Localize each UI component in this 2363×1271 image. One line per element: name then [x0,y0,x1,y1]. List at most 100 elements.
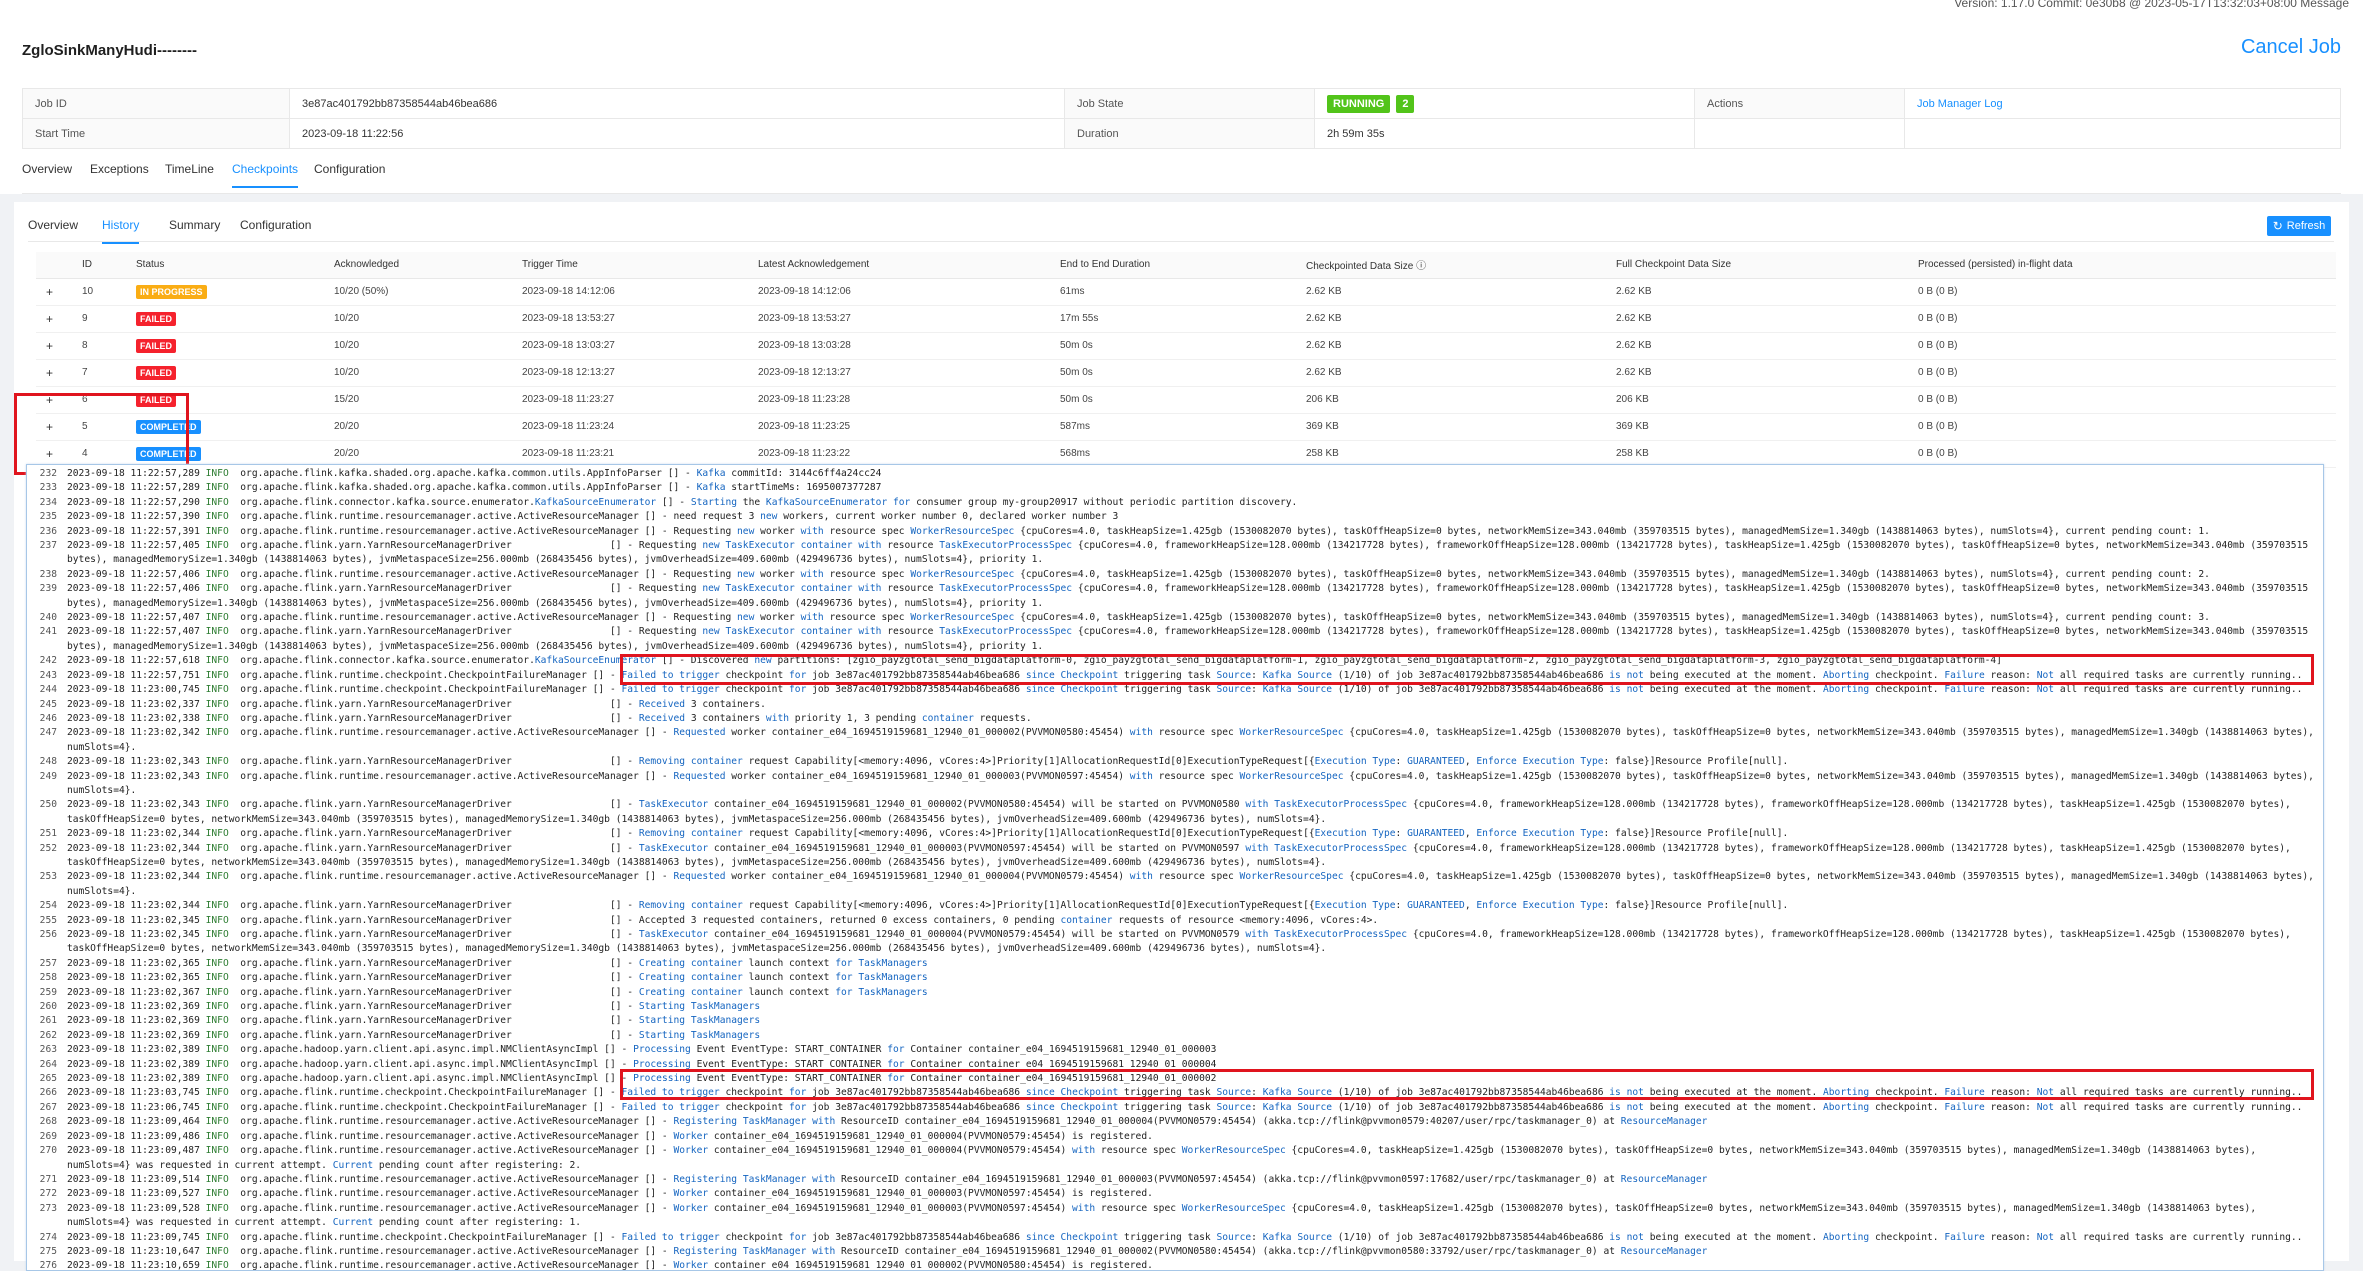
table-header-row: ID Status Acknowledged Trigger Time Late… [36,252,2336,279]
table-row[interactable]: +8 FAILED 10/20 2023-09-18 13:03:27 2023-09-… [36,332,2336,360]
log-line: numSlots=4} was requested in current att… [27,1216,2323,1230]
log-line-text: 2023-09-18 11:23:02,344 INFO org.apache.… [67,828,1789,840]
log-line-number: 252 [39,842,57,854]
log-line-number: 245 [39,698,57,710]
job-id-label: Job ID [22,88,290,119]
log-line-text: bytes), managedMemorySize=1.340gb (14388… [67,554,1044,566]
log-line: 240 2023-09-18 11:22:57,407 INFO org.apac… [27,611,2323,625]
log-line: 253 2023-09-18 11:23:02,344 INFO org.apac… [27,870,2323,884]
tab-timeline[interactable]: TimeLine [165,162,214,186]
log-line-text: 2023-09-18 11:23:06,745 INFO org.apache.… [67,1101,2303,1113]
table-row[interactable]: +5 COMPLETED 20/20 2023-09-18 11:23:24 2023-… [36,413,2336,441]
expand-cell: + [36,440,72,468]
job-manager-log-panel: 232 2023-09-18 11:22:57,289 INFO org.apac… [26,464,2324,1271]
cancel-job-button[interactable]: Cancel Job [2241,36,2341,59]
log-line: 266 2023-09-18 11:23:03,745 INFO org.apac… [27,1086,2323,1100]
log-line-text: taskOffHeapSize=0 bytes, networkMemSize=… [67,813,1327,825]
log-line-text: 2023-09-18 11:23:02,367 INFO org.apache.… [67,986,928,998]
subtab-configuration[interactable]: Configuration [240,218,311,242]
log-line-text: 2023-09-18 11:23:02,338 INFO org.apache.… [67,712,1032,724]
duration-label: Duration [1064,118,1315,149]
log-line-number [27,856,67,870]
log-line-text: numSlots=4} was requested in current att… [67,1217,582,1229]
log-line-text: 2023-09-18 11:23:02,369 INFO org.apache.… [67,1001,761,1013]
log-line: 268 2023-09-18 11:23:09,464 INFO org.apac… [27,1115,2323,1129]
subtab-summary[interactable]: Summary [169,218,220,242]
log-line-number: 272 [39,1188,57,1200]
log-line-number: 241 [39,626,57,638]
tab-configuration[interactable]: Configuration [314,162,385,186]
log-line-text: 2023-09-18 11:23:02,343 INFO org.apache.… [67,799,2291,811]
cell-latest-ack: 2023-09-18 11:23:22 [748,440,1050,468]
table-row[interactable]: +4 COMPLETED 20/20 2023-09-18 11:23:21 2023-… [36,440,2336,468]
cell-checkpointed-size: 369 KB [1296,413,1606,441]
expand-cell: + [36,278,72,306]
job-state-label: Job State [1064,88,1315,119]
log-line-number [27,741,67,755]
job-state-count-badge: 2 [1396,94,1415,113]
table-row[interactable]: +6 FAILED 15/20 2023-09-18 11:23:27 2023-09-… [36,386,2336,414]
log-line: 249 2023-09-18 11:23:02,343 INFO org.apac… [27,770,2323,784]
start-time-label: Start Time [22,118,290,149]
info-icon[interactable]: ⓘ [1416,261,1426,272]
cell-checkpointed-size: 2.62 KB [1296,332,1606,360]
expand-row-icon[interactable]: + [46,447,53,461]
top-strip: Version: 1.17.0 Commit: 0e30b8 @ 2023-05… [0,0,2363,10]
cell-id: 9 [72,305,126,333]
log-line-text: 2023-09-18 11:23:02,344 INFO org.apache.… [67,900,1789,912]
log-line: 270 2023-09-18 11:23:09,487 INFO org.apac… [27,1144,2323,1158]
status-badge: FAILED [136,338,177,353]
cell-id: 10 [72,278,126,306]
cell-status: FAILED [126,332,324,360]
start-time-value: 2023-09-18 11:22:56 [289,118,1065,149]
status-badge: IN PROGRESS [136,284,207,299]
cell-latest-ack: 2023-09-18 11:23:25 [748,413,1050,441]
log-line-text: 2023-09-18 11:22:57,751 INFO org.apache.… [67,669,2303,681]
log-line-number: 265 [39,1073,57,1085]
log-line-text: 2023-09-18 11:23:00,745 INFO org.apache.… [67,684,2303,696]
expand-row-icon[interactable]: + [46,312,53,326]
expand-row-icon[interactable]: + [46,420,53,434]
log-line-number: 242 [39,655,57,667]
table-row[interactable]: +7 FAILED 10/20 2023-09-18 12:13:27 2023-09-… [36,359,2336,387]
job-name: ZgloSinkManyHudi-------- [22,42,197,59]
log-line-text: 2023-09-18 11:23:03,745 INFO org.apache.… [67,1087,2303,1099]
col-e2e-duration: End to End Duration [1050,252,1296,279]
log-line-number: 239 [39,583,57,595]
log-line: 243 2023-09-18 11:22:57,751 INFO org.apac… [27,669,2323,683]
expand-cell: + [36,413,72,441]
log-line-text: 2023-09-18 11:23:02,345 INFO org.apache.… [67,929,2291,940]
table-row[interactable]: +9 FAILED 10/20 2023-09-18 13:53:27 2023-09-… [36,305,2336,333]
subtab-overview[interactable]: Overview [28,218,78,242]
subtab-history[interactable]: History [102,218,140,244]
cell-processed: 0 B (0 B) [1908,440,2336,468]
log-line: 244 2023-09-18 11:23:00,745 INFO org.apac… [27,683,2323,697]
log-line-number [27,784,67,798]
tab-overview[interactable]: Overview [22,162,72,186]
log-line: taskOffHeapSize=0 bytes, networkMemSize=… [27,942,2323,956]
cell-full-size: 2.62 KB [1606,332,1908,360]
status-badge: FAILED [136,365,177,380]
job-manager-log-link[interactable]: Job Manager Log [1917,98,2003,110]
cell-checkpointed-size: 258 KB [1296,440,1606,468]
log-line-text: 2023-09-18 11:22:57,405 INFO org.apache.… [67,540,2309,552]
col-processed: Processed (persisted) in-flight data [1908,252,2336,279]
cell-checkpointed-size: 2.62 KB [1296,305,1606,333]
log-line: 234 2023-09-18 11:22:57,290 INFO org.apac… [27,496,2323,510]
cell-full-size: 2.62 KB [1606,359,1908,387]
log-line-text: 2023-09-18 11:22:57,290 INFO org.apache.… [67,496,1298,508]
expand-row-icon[interactable]: + [46,285,53,299]
refresh-button[interactable]: ↻ Refresh [2267,216,2331,236]
log-line-number [27,1159,67,1173]
log-line: bytes), managedMemorySize=1.340gb (14388… [27,640,2323,654]
log-line: 239 2023-09-18 11:22:57,406 INFO org.apac… [27,582,2323,596]
log-line-number: 270 [39,1145,57,1157]
tab-checkpoints[interactable]: Checkpoints [232,162,299,188]
log-line-text: 2023-09-18 11:22:57,289 INFO org.apache.… [67,482,882,494]
tab-exceptions[interactable]: Exceptions [90,162,149,186]
refresh-icon: ↻ [2272,219,2283,233]
table-row[interactable]: +10 IN PROGRESS 10/20 (50%) 2023-09-18 14:1… [36,278,2336,306]
expand-row-icon[interactable]: + [46,339,53,353]
expand-row-icon[interactable]: + [46,393,53,407]
expand-row-icon[interactable]: + [46,366,53,380]
